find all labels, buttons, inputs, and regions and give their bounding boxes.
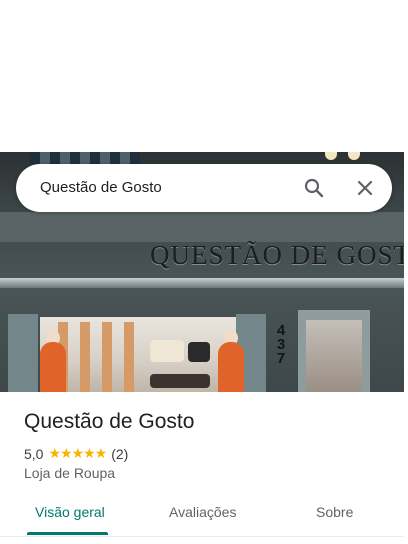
search-query[interactable]: Questão de Gosto xyxy=(40,179,162,196)
search-bar[interactable]: Questão de Gosto xyxy=(16,164,392,212)
tab-sobre[interactable]: Sobre xyxy=(316,504,353,520)
tabs-divider xyxy=(0,536,404,537)
rating-row[interactable]: 5,0 ★★★★★ (2) xyxy=(24,445,128,462)
rating-value: 5,0 xyxy=(24,445,44,462)
handbag-shelf xyxy=(150,374,210,388)
street-number: 4 3 7 xyxy=(276,322,286,367)
place-title: Questão de Gosto xyxy=(24,410,195,433)
facade-decoration xyxy=(30,152,140,164)
handbag xyxy=(188,342,210,362)
map-blank-area xyxy=(0,0,408,152)
mannequin xyxy=(218,342,244,392)
active-tab-indicator xyxy=(27,532,108,535)
place-tabs: Visão geral Avaliações Sobre xyxy=(0,494,404,536)
tab-avaliacoes[interactable]: Avaliações xyxy=(169,504,236,520)
store-sign: QUESTÃO DE GOSTO xyxy=(150,240,404,270)
handbag xyxy=(150,340,184,362)
close-icon[interactable] xyxy=(353,176,377,200)
place-category[interactable]: Loja de Roupa xyxy=(24,465,115,481)
mannequin xyxy=(40,342,66,392)
star-rating-icon: ★★★★★ xyxy=(48,445,107,461)
reviews-count[interactable]: (2) xyxy=(111,446,128,462)
search-icon[interactable] xyxy=(302,176,326,200)
tab-visao-geral[interactable]: Visão geral xyxy=(35,504,105,520)
